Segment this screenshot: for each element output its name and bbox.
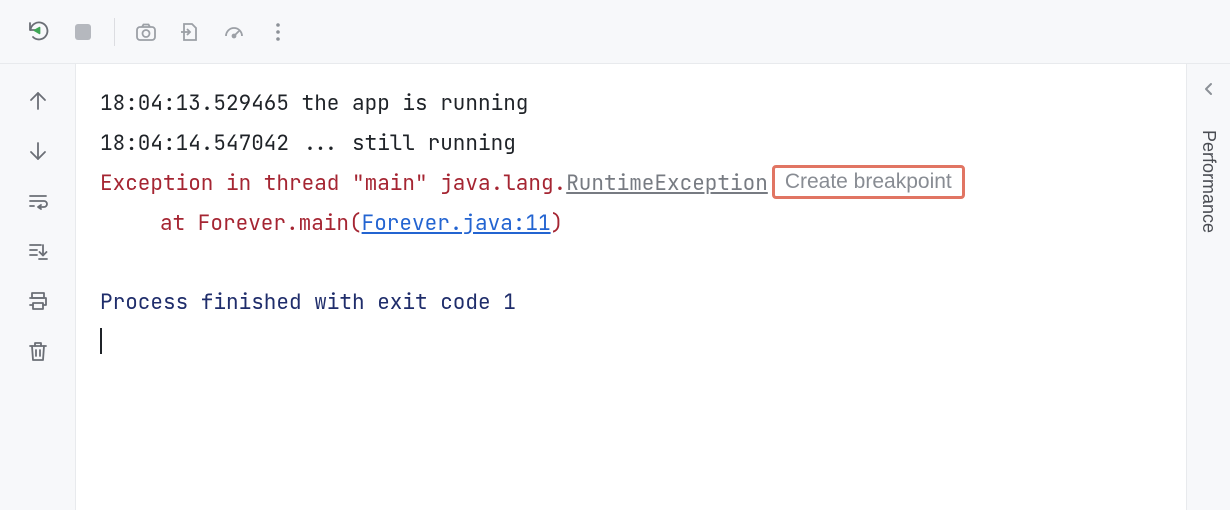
log-line: 18:04:14.547042 ... still running [100, 124, 1162, 164]
timestamp: 18:04:13.529465 [100, 90, 289, 117]
stack-trace-line: at Forever.main(Forever.java:11) [100, 204, 1162, 244]
toolbar-separator [114, 18, 115, 46]
console-output[interactable]: 18:04:13.529465 the app is running 18:04… [76, 64, 1186, 510]
log-line: 18:04:13.529465 the app is running [100, 84, 1162, 124]
log-text: ... still running [302, 130, 516, 157]
side-toolbar [0, 64, 76, 510]
collapse-right-icon[interactable] [1202, 82, 1216, 96]
process-exit-line: Process finished with exit code 1 [100, 283, 1162, 323]
caret [100, 328, 102, 354]
trash-icon[interactable] [19, 332, 57, 370]
stop-button[interactable] [64, 13, 102, 51]
exception-class-link[interactable]: RuntimeException [566, 170, 768, 197]
camera-icon[interactable] [127, 13, 165, 51]
log-text: the app is running [302, 90, 529, 117]
exception-line: Exception in thread "main" java.lang.Run… [100, 164, 1162, 204]
rerun-button[interactable] [20, 13, 58, 51]
stack-source-link[interactable]: Forever.java:11 [362, 210, 551, 237]
stack-suffix: ) [551, 210, 564, 237]
create-breakpoint-hint[interactable]: Create breakpoint [772, 165, 965, 199]
soft-wrap-icon[interactable] [19, 182, 57, 220]
top-toolbar [0, 0, 1230, 64]
performance-tab[interactable]: Performance [1198, 130, 1219, 233]
exception-prefix: Exception in thread "main" java.lang. [100, 170, 566, 197]
cursor-line [100, 323, 1162, 363]
arrow-down-icon[interactable] [19, 132, 57, 170]
right-panel: Performance [1186, 64, 1230, 510]
arrow-up-icon[interactable] [19, 82, 57, 120]
more-menu-icon[interactable] [259, 13, 297, 51]
timestamp: 18:04:14.547042 [100, 130, 289, 157]
dashboard-icon[interactable] [215, 13, 253, 51]
export-icon[interactable] [171, 13, 209, 51]
main-area: 18:04:13.529465 the app is running 18:04… [0, 64, 1230, 510]
stack-at-prefix: at Forever.main( [160, 210, 362, 237]
scroll-to-end-icon[interactable] [19, 232, 57, 270]
blank-line [100, 244, 1162, 284]
print-icon[interactable] [19, 282, 57, 320]
